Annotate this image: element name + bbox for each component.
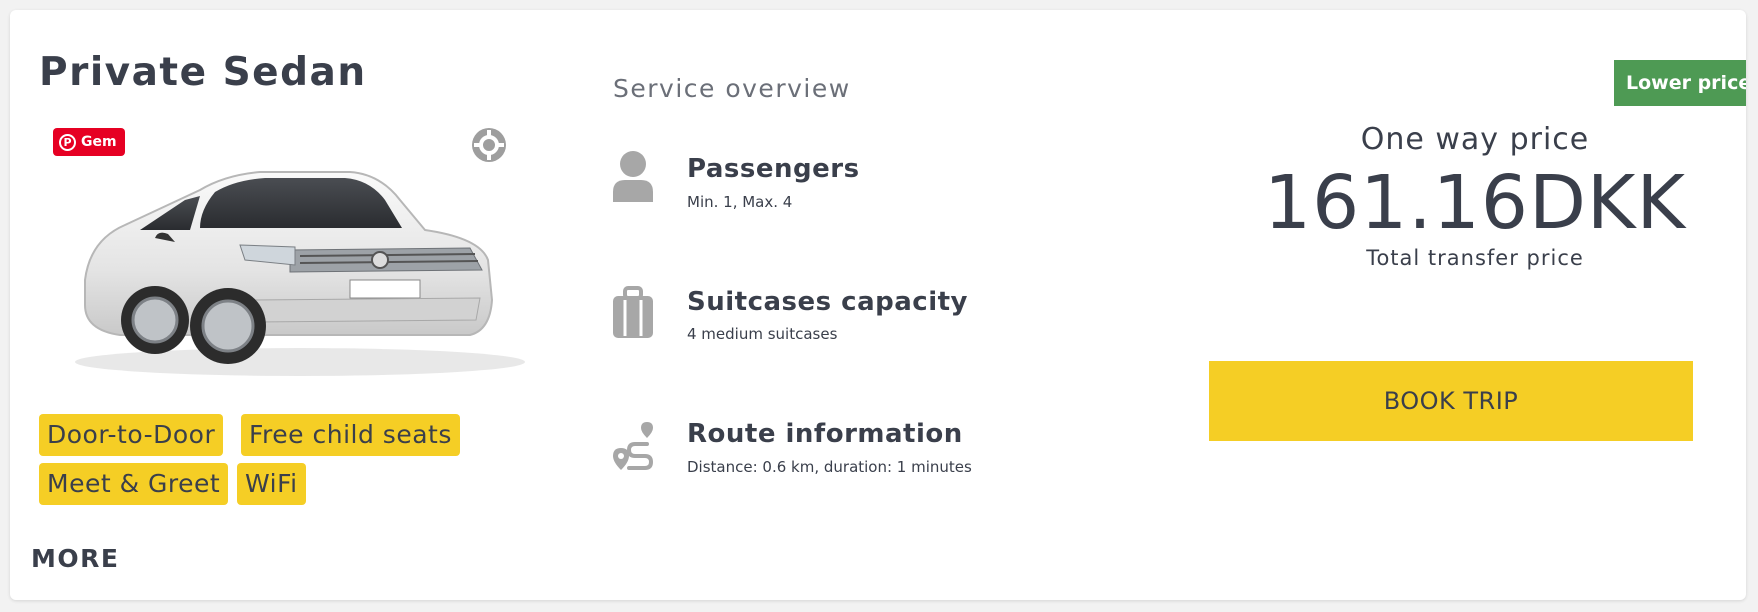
book-trip-button[interactable]: BOOK TRIP bbox=[1209, 361, 1693, 441]
price-label: One way price bbox=[1360, 122, 1590, 157]
more-link[interactable]: MORE bbox=[31, 544, 119, 573]
feature-tag: Free child seats bbox=[241, 414, 460, 456]
sedan-car-image bbox=[75, 171, 525, 376]
route-title: Route information bbox=[687, 419, 963, 449]
feature-tag: WiFi bbox=[237, 463, 306, 505]
passengers-title: Passengers bbox=[687, 154, 860, 184]
vehicle-title: Private Sedan bbox=[39, 50, 367, 95]
pinterest-label: Gem bbox=[81, 134, 117, 150]
feature-tag: Door-to-Door bbox=[39, 414, 224, 456]
pinterest-icon: P bbox=[59, 133, 76, 151]
lower-price-badge: Lower price bbox=[1614, 60, 1746, 106]
route-detail: Distance: 0.6 km, duration: 1 minutes bbox=[687, 458, 972, 476]
price-amount: 161.16DKK bbox=[1264, 160, 1686, 246]
person-icon bbox=[613, 151, 653, 202]
feature-tag: Meet & Greet bbox=[39, 463, 229, 505]
vehicle-card: Private Sedan P Gem Door-to-Door Free ch… bbox=[10, 10, 1746, 600]
route-icon bbox=[613, 422, 654, 470]
pinterest-save-button[interactable]: P Gem bbox=[53, 128, 125, 156]
suitcases-title: Suitcases capacity bbox=[687, 287, 968, 317]
zoom-crosshair-icon[interactable] bbox=[470, 126, 508, 164]
suitcases-detail: 4 medium suitcases bbox=[687, 325, 838, 343]
service-overview-heading: Service overview bbox=[613, 74, 851, 103]
passengers-detail: Min. 1, Max. 4 bbox=[687, 193, 793, 211]
suitcase-icon bbox=[613, 286, 653, 338]
price-sublabel: Total transfer price bbox=[1366, 246, 1584, 270]
